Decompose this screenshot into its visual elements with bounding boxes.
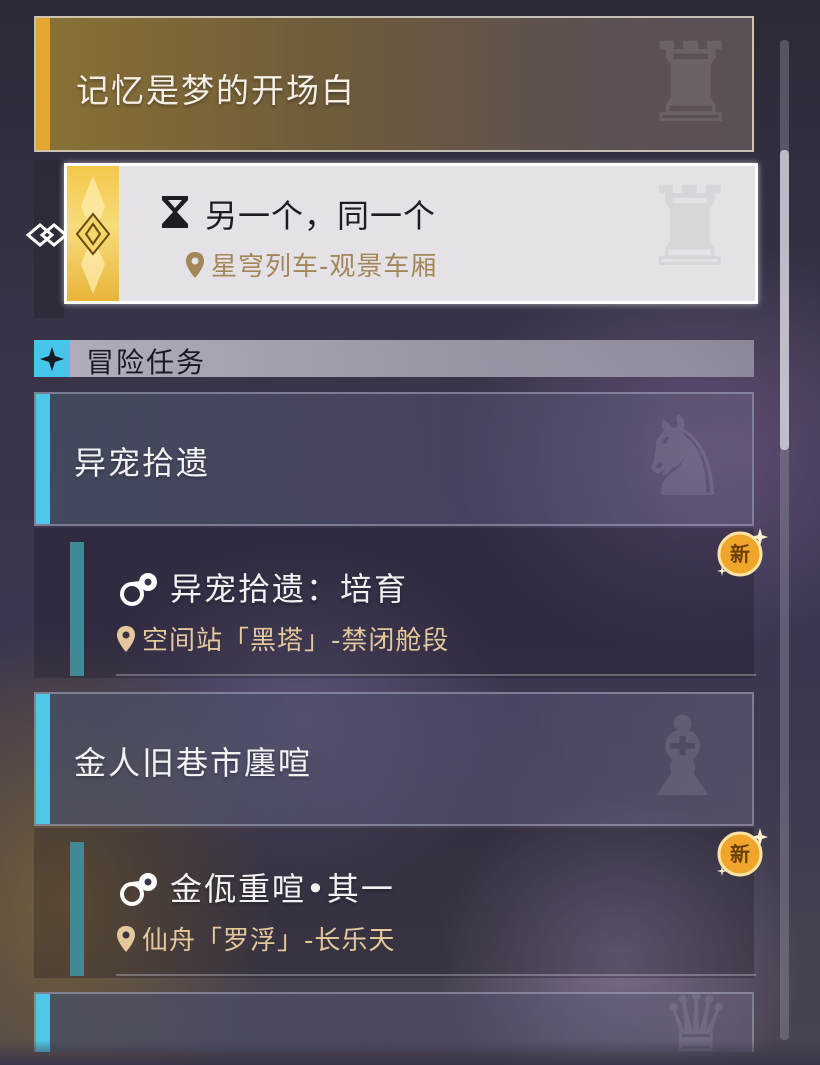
adventure-quest-icon: [120, 873, 157, 906]
selected-quest-title: 另一个，同一个: [205, 197, 437, 235]
hourglass-icon: [162, 196, 188, 228]
quest-item-accent-bar: [70, 542, 84, 676]
adventure-quest-icon: [120, 573, 157, 606]
group-accent-bar: [36, 694, 50, 824]
emblem-watermark-icon: ♝: [633, 693, 732, 821]
section-header-adventure: 冒险任务: [34, 340, 754, 379]
main-quest-title: 记忆是梦的开场白: [76, 71, 356, 110]
group-accent-bar: [36, 394, 50, 524]
quest-item-accent-bar: [70, 842, 84, 976]
selected-quest-location-text: 星穹列车-观景车厢: [211, 252, 438, 282]
selection-cursor-icon: [25, 223, 68, 247]
star-icon: [40, 346, 64, 371]
emblem-watermark-icon: ♜: [641, 19, 740, 147]
quest-thumbnail: [67, 166, 119, 301]
section-label: 冒险任务: [86, 346, 207, 379]
quest-group-header[interactable]: ♝ 金人旧巷市廛喧: [34, 692, 754, 826]
main-quest-accent-bar: [36, 18, 50, 150]
new-badge: 新: [716, 826, 768, 878]
bottom-fade: [0, 1040, 820, 1065]
group-label: 异宠拾遗: [74, 444, 211, 482]
trailblaze-emblem-icon: [75, 176, 111, 294]
new-badge-text: 新: [730, 542, 750, 566]
divider: [116, 674, 756, 676]
group-label: 金人旧巷市廛喧: [74, 744, 313, 782]
quest-group-header[interactable]: ♞ 异宠拾遗: [34, 392, 754, 526]
selected-quest-card[interactable]: ♜ 另一个，同一个 星穹列车-观景车厢: [64, 163, 758, 304]
new-badge: 新: [716, 526, 768, 578]
quest-location-text: 仙舟「罗浮」-长乐天: [142, 926, 396, 956]
quest-item[interactable]: 金佤重喧•其一 仙舟「罗浮」-长乐天 新: [34, 828, 768, 978]
location-pin-icon: [186, 252, 204, 278]
quest-location: 仙舟「罗浮」-长乐天: [116, 920, 395, 957]
quest-title: 异宠拾遗：培育: [170, 570, 409, 608]
scrollbar-thumb[interactable]: [780, 150, 789, 450]
divider: [116, 974, 756, 976]
location-pin-icon: [117, 926, 135, 952]
emblem-watermark-icon: ♜: [640, 163, 739, 291]
selected-quest-location: 星穹列车-观景车厢: [185, 246, 437, 283]
quest-location: 空间站「黑塔」-禁闭舱段: [116, 620, 449, 657]
emblem-watermark-icon: ♞: [633, 393, 732, 521]
quest-item[interactable]: 异宠拾遗：培育 空间站「黑塔」-禁闭舱段 新: [34, 528, 768, 678]
section-icon-box: [34, 340, 70, 377]
new-badge-text: 新: [730, 842, 750, 866]
location-pin-icon: [117, 626, 135, 652]
main-quest-header[interactable]: ♜ 记忆是梦的开场白: [34, 16, 754, 152]
quest-location-text: 空间站「黑塔」-禁闭舱段: [142, 626, 450, 656]
quest-title: 金佤重喧•其一: [170, 870, 395, 908]
